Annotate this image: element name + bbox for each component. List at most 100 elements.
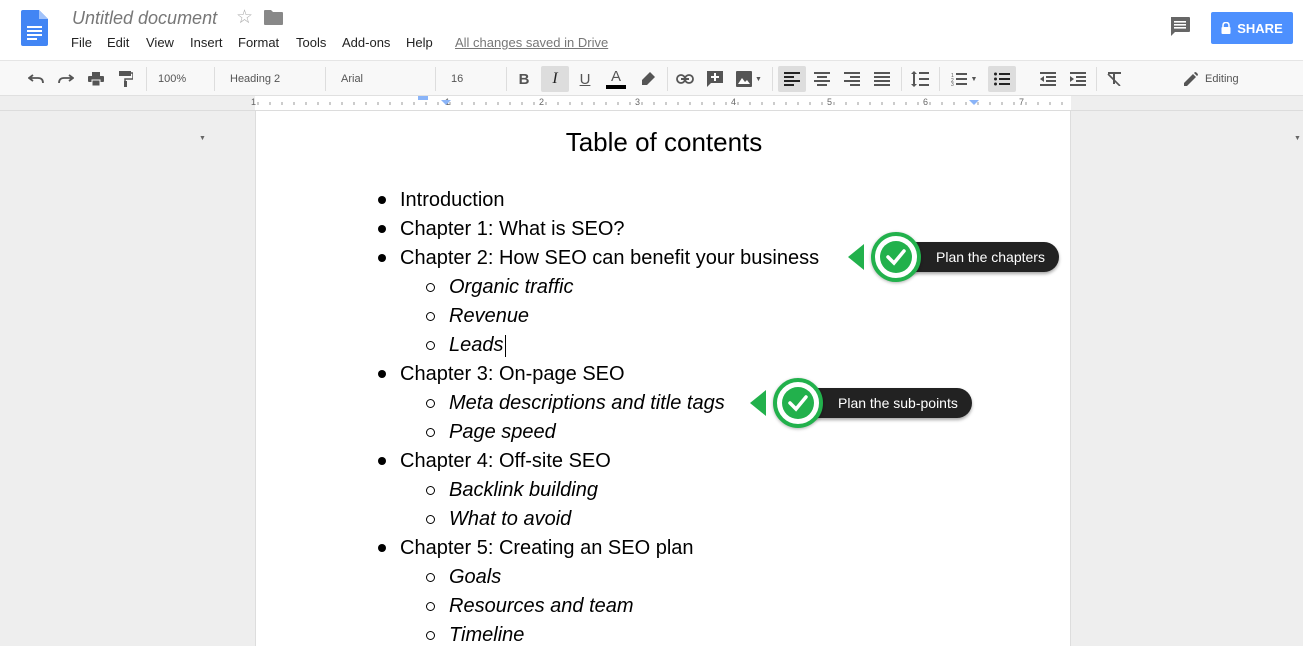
callout-plan-chapters: Plan the chapters [848, 232, 1063, 282]
font-value: Arial [341, 73, 364, 85]
bulleted-list-icon [994, 72, 1010, 86]
underline-icon: U [579, 70, 591, 88]
text-color-swatch [606, 85, 626, 89]
image-caret-icon: ▼ [755, 75, 762, 83]
mode-caret-icon: ▼ [1294, 135, 1301, 142]
callout-plan-subpoints: Plan the sub-points [750, 378, 977, 428]
sub-list-item[interactable]: Meta descriptions and title tags [449, 391, 725, 415]
editing-mode-select[interactable]: Editing [1184, 66, 1294, 92]
paint-format-button[interactable] [114, 66, 138, 92]
text-cursor [504, 334, 506, 357]
sub-list-item[interactable]: Timeline [449, 623, 524, 646]
sub-list-item[interactable]: Goals [449, 565, 501, 589]
menu-addons[interactable]: Add-ons [342, 35, 390, 50]
document-title[interactable]: Untitled document [72, 8, 217, 29]
first-line-indent-marker[interactable] [418, 96, 428, 100]
callout-arrow [848, 244, 864, 270]
add-comment-icon [707, 71, 723, 87]
line-spacing-icon [911, 71, 929, 87]
zoom-value: 100% [158, 73, 187, 85]
sub-list-item[interactable]: Leads [449, 333, 506, 357]
list-item[interactable]: Chapter 1: What is SEO? [400, 217, 625, 241]
justify-button[interactable] [870, 66, 894, 92]
sub-bullet-marker [426, 428, 435, 437]
clear-formatting-button[interactable] [1103, 66, 1127, 92]
list-item[interactable]: Chapter 3: On-page SEO [400, 362, 625, 386]
align-center-button[interactable] [810, 66, 834, 92]
bulleted-list-button[interactable] [988, 66, 1016, 92]
text-color-button[interactable]: A [604, 66, 628, 92]
decrease-indent-button[interactable] [1036, 66, 1060, 92]
insert-image-button[interactable]: ▼ [733, 66, 765, 92]
sub-list-item[interactable]: Resources and team [449, 594, 634, 618]
sub-list-item[interactable]: Page speed [449, 420, 556, 444]
bullet-marker [378, 196, 386, 204]
sub-list-item[interactable]: Organic traffic [449, 275, 573, 299]
check-icon [871, 232, 921, 282]
ruler-ticks [257, 96, 1063, 105]
list-item[interactable]: Chapter 2: How SEO can benefit your busi… [400, 246, 819, 270]
font-select[interactable]: Arial [341, 66, 421, 92]
menu-file[interactable]: File [71, 35, 92, 50]
sub-bullet-marker [426, 399, 435, 408]
comments-icon[interactable] [1169, 16, 1191, 38]
increase-indent-icon [1070, 72, 1086, 86]
callout-arrow [750, 390, 766, 416]
pencil-icon [1184, 72, 1198, 86]
undo-button[interactable] [24, 66, 48, 92]
clear-formatting-icon [1107, 72, 1121, 86]
style-select[interactable]: Heading 2 [230, 66, 310, 92]
menu-help[interactable]: Help [406, 35, 433, 50]
sub-bullet-marker [426, 573, 435, 582]
insert-comment-button[interactable] [703, 66, 727, 92]
lock-icon [1221, 22, 1231, 34]
menu-edit[interactable]: Edit [107, 35, 129, 50]
sub-list-item[interactable]: Backlink building [449, 478, 598, 502]
docs-logo-icon[interactable] [21, 10, 48, 46]
menu-view[interactable]: View [146, 35, 174, 50]
print-button[interactable] [84, 66, 108, 92]
align-justify-icon [874, 72, 890, 86]
align-right-button[interactable] [840, 66, 864, 92]
zoom-select[interactable]: 100% [158, 66, 206, 92]
sub-list-item[interactable]: Revenue [449, 304, 529, 328]
font-size-select[interactable]: 16 [451, 66, 491, 92]
highlighter-icon [642, 72, 655, 85]
underline-button[interactable]: U [573, 66, 597, 92]
paint-format-icon [119, 71, 133, 87]
align-left-icon [784, 72, 800, 86]
menu-format[interactable]: Format [238, 35, 279, 50]
italic-button[interactable]: I [541, 66, 569, 92]
sub-bullet-marker [426, 312, 435, 321]
redo-icon [58, 74, 74, 84]
highlight-button[interactable] [636, 66, 660, 92]
folder-icon[interactable] [264, 10, 283, 25]
redo-button[interactable] [54, 66, 78, 92]
bullet-marker [378, 370, 386, 378]
print-icon [88, 72, 104, 86]
ruler: 1 1 2 3 4 5 6 7 [0, 96, 1303, 111]
sub-list-item[interactable]: What to avoid [449, 507, 571, 531]
text-color-icon: A [610, 68, 621, 85]
bold-button[interactable]: B [512, 66, 536, 92]
sub-bullet-marker [426, 631, 435, 640]
toolbar: 100% ▼ Heading 2 ▼ Arial ▼ 16 ▼ B I U A … [0, 60, 1303, 142]
increase-indent-button[interactable] [1066, 66, 1090, 92]
bullet-marker [378, 457, 386, 465]
list-item[interactable]: Chapter 4: Off-site SEO [400, 449, 611, 473]
save-status-link[interactable]: All changes saved in Drive [455, 35, 608, 50]
list-item[interactable]: Chapter 5: Creating an SEO plan [400, 536, 694, 560]
insert-link-button[interactable] [673, 66, 697, 92]
align-left-button[interactable] [778, 66, 806, 92]
zoom-caret-icon: ▼ [199, 135, 206, 142]
menu-tools[interactable]: Tools [296, 35, 326, 50]
align-right-icon [844, 72, 860, 86]
document-page[interactable]: Table of contents Introduction Chapter 1:… [255, 111, 1071, 646]
star-icon[interactable]: ☆ [236, 6, 253, 29]
numbered-list-button[interactable]: 123 ▼ [946, 66, 982, 92]
menu-insert[interactable]: Insert [190, 35, 223, 50]
line-spacing-button[interactable] [908, 66, 932, 92]
sub-bullet-marker [426, 602, 435, 611]
list-item[interactable]: Introduction [400, 188, 505, 212]
share-button[interactable]: SHARE [1211, 12, 1293, 44]
